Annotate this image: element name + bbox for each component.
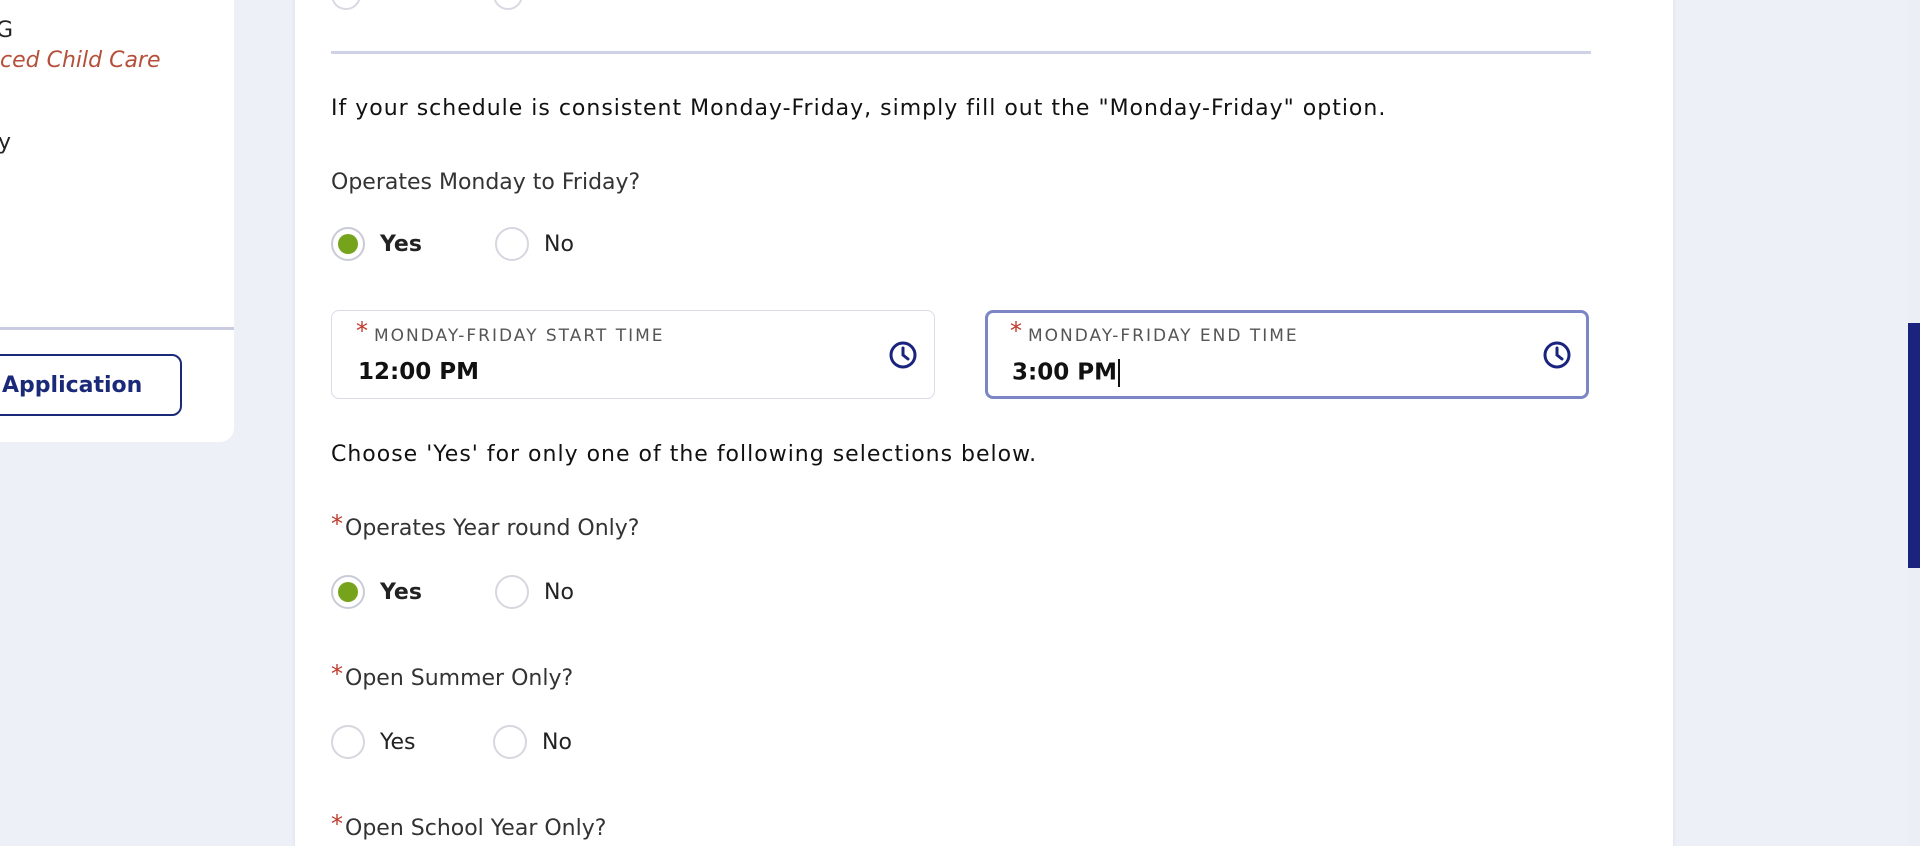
radio-label: Yes [380, 231, 422, 257]
required-asterisk: * [356, 317, 368, 345]
radio-unchecked-icon [493, 725, 527, 759]
monfri-end-time-field[interactable]: * MONDAY-FRIDAY END TIME 3:00 PM [985, 310, 1589, 399]
radio-label: Yes [380, 729, 416, 755]
end-time-text: 3:00 PM [1012, 359, 1117, 386]
clock-icon[interactable] [888, 340, 918, 370]
sidebar-partial-text: G [0, 18, 14, 43]
scrollbar-thumb[interactable] [1908, 323, 1920, 568]
sidebar-partial-text: y [0, 130, 12, 155]
radio-label: Yes [380, 579, 422, 605]
required-asterisk: * [331, 510, 343, 538]
summer-only-yes[interactable]: Yes [331, 722, 416, 762]
radio-checked-icon [331, 575, 365, 609]
clock-icon[interactable] [1542, 340, 1572, 370]
radio-label: No [542, 729, 572, 755]
form-card: If your schedule is consistent Monday-Fr… [295, 0, 1673, 846]
text-caret [1117, 359, 1120, 387]
sidebar-divider [0, 327, 234, 330]
application-button[interactable]: Application [0, 354, 182, 416]
previous-radio-yes[interactable] [331, 0, 361, 10]
operates-monfri-label: Operates Monday to Friday? [331, 170, 641, 195]
summer-only-no[interactable]: No [493, 722, 572, 762]
required-asterisk: * [331, 810, 343, 838]
end-time-label: MONDAY-FRIDAY END TIME [1028, 326, 1299, 346]
school-year-only-label-text: Open School Year Only? [345, 816, 607, 841]
section-divider [331, 51, 1591, 54]
radio-checked-icon [331, 227, 365, 261]
year-round-label: *Operates Year round Only? [331, 510, 640, 544]
summer-only-label-text: Open Summer Only? [345, 666, 574, 691]
radio-label: No [544, 579, 574, 605]
sidebar-card: G ced Child Care y Application [0, 0, 234, 442]
school-year-only-label: *Open School Year Only? [331, 810, 607, 844]
start-time-label: MONDAY-FRIDAY START TIME [374, 326, 665, 346]
choose-instruction: Choose 'Yes' for only one of the followi… [331, 442, 1038, 467]
year-round-no[interactable]: No [495, 572, 574, 612]
monfri-start-time-field[interactable]: * MONDAY-FRIDAY START TIME 12:00 PM [331, 310, 935, 399]
year-round-yes[interactable]: Yes [331, 572, 422, 612]
operates-monfri-no[interactable]: No [495, 224, 574, 264]
required-asterisk: * [1010, 317, 1022, 345]
required-asterisk: * [331, 660, 343, 688]
radio-unchecked-icon [495, 575, 529, 609]
radio-unchecked-icon [495, 227, 529, 261]
start-time-value[interactable]: 12:00 PM [358, 359, 479, 385]
previous-radio-no[interactable] [493, 0, 523, 10]
year-round-label-text: Operates Year round Only? [345, 516, 640, 541]
summer-only-label: *Open Summer Only? [331, 660, 574, 694]
radio-unchecked-icon [331, 725, 365, 759]
radio-label: No [544, 231, 574, 257]
end-time-value[interactable]: 3:00 PM [1012, 359, 1120, 387]
schedule-instruction: If your schedule is consistent Monday-Fr… [331, 96, 1387, 121]
page-scrollbar[interactable] [1908, 0, 1920, 846]
operates-monfri-yes[interactable]: Yes [331, 224, 422, 264]
sidebar-program-type: ced Child Care [0, 48, 161, 73]
